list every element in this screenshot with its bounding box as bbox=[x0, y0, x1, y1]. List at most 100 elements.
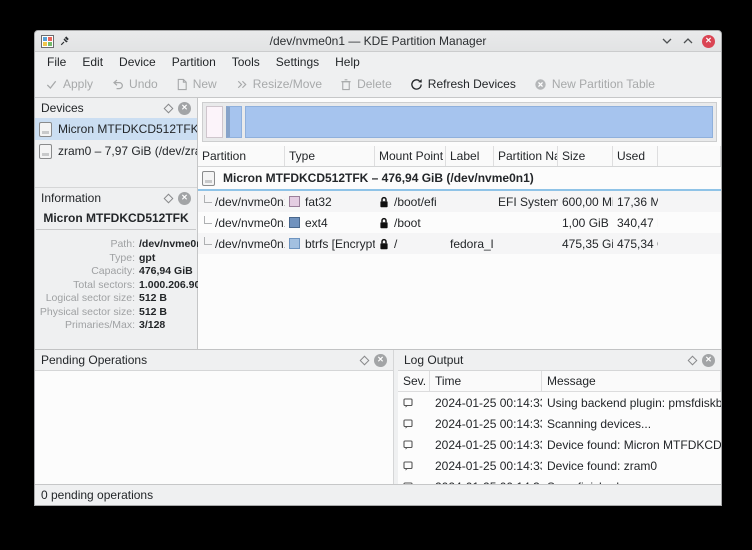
log-row[interactable]: 2024-01-25 00:14:33 Device found: Micron… bbox=[398, 434, 721, 455]
kde-partition-manager-window: /dev/nvme0n1 — KDE Partition Manager ✕ F… bbox=[34, 30, 722, 506]
lock-icon bbox=[379, 238, 389, 250]
info-value: 1.000.206.900 bbox=[139, 279, 206, 293]
devices-panel-header[interactable]: Devices ✕ bbox=[35, 98, 197, 118]
refresh-devices-button[interactable]: Refresh Devices bbox=[410, 77, 516, 91]
undo-button[interactable]: Undo bbox=[111, 77, 158, 91]
filesystem-color-icon bbox=[289, 196, 300, 207]
pending-operations-count: 0 pending operations bbox=[41, 488, 153, 502]
info-value: 3/128 bbox=[139, 319, 165, 333]
tree-branch bbox=[204, 216, 212, 224]
partition-bar bbox=[202, 102, 717, 142]
float-icon[interactable] bbox=[164, 103, 174, 113]
close-button[interactable]: ✕ bbox=[702, 35, 715, 48]
column-header-used[interactable]: Used bbox=[613, 146, 658, 166]
pending-operations-list bbox=[35, 370, 393, 484]
devices-panel-title: Devices bbox=[41, 101, 165, 115]
menubar: File Edit Device Partition Tools Setting… bbox=[35, 52, 721, 71]
log-table-header: Sev. Time Message bbox=[398, 371, 721, 392]
info-label: Type: bbox=[35, 252, 139, 266]
filesystem-color-icon bbox=[289, 238, 300, 249]
toolbar: Apply Undo New Resize/Move Delete Refres… bbox=[35, 71, 721, 98]
maximize-button[interactable] bbox=[681, 35, 694, 48]
column-header-size[interactable]: Size bbox=[558, 146, 613, 166]
new-partition-table-icon bbox=[534, 78, 547, 91]
pending-operations-title: Pending Operations bbox=[41, 353, 361, 367]
log-column-severity[interactable]: Sev. bbox=[398, 371, 430, 391]
log-row[interactable]: 2024-01-25 00:14:33 Scanning devices... bbox=[398, 413, 721, 434]
info-value: 512 B bbox=[139, 292, 167, 306]
information-panel-title: Information bbox=[41, 191, 165, 205]
devices-panel: Devices ✕ Micron MTFDKCD512TFK – 4... zr… bbox=[35, 98, 197, 188]
new-button[interactable]: New bbox=[176, 77, 217, 91]
log-column-message[interactable]: Message bbox=[542, 371, 721, 391]
log-row[interactable]: 2024-01-25 00:14:33 Using backend plugin… bbox=[398, 392, 721, 413]
menu-file[interactable]: File bbox=[39, 54, 74, 70]
new-partition-table-button[interactable]: New Partition Table bbox=[534, 77, 655, 91]
log-row[interactable]: 2024-01-25 00:14:34 Scan finished. bbox=[398, 476, 721, 484]
device-row[interactable]: Micron MTFDKCD512TFK – 476,94 GiB (/dev/… bbox=[198, 167, 721, 191]
info-message-icon bbox=[403, 398, 413, 408]
partition-bar-segment-fat32[interactable] bbox=[206, 106, 223, 138]
info-label: Total sectors: bbox=[35, 279, 139, 293]
column-header-partition[interactable]: Partition bbox=[198, 146, 285, 166]
menu-edit[interactable]: Edit bbox=[74, 54, 111, 70]
resize-move-button[interactable]: Resize/Move bbox=[235, 77, 322, 91]
partition-row-ext4[interactable]: /dev/nvme0n1... ext4 /boot 1,00 GiB 340,… bbox=[198, 212, 721, 233]
info-fields: Path:/dev/nvme0n1 Type:gpt Capacity:476,… bbox=[35, 230, 197, 333]
info-message-icon bbox=[403, 440, 413, 450]
information-panel-header[interactable]: Information ✕ bbox=[35, 188, 197, 208]
bottom-docks: Pending Operations ✕ Log Output ✕ Sev. bbox=[35, 349, 721, 484]
apply-button[interactable]: Apply bbox=[45, 77, 93, 91]
information-panel: Information ✕ Micron MTFDKCD512TFK Path:… bbox=[35, 188, 197, 349]
pending-operations-header[interactable]: Pending Operations ✕ bbox=[35, 350, 393, 370]
menu-partition[interactable]: Partition bbox=[164, 54, 224, 70]
close-icon[interactable]: ✕ bbox=[178, 102, 191, 115]
tree-branch bbox=[204, 195, 212, 203]
check-icon bbox=[45, 78, 58, 91]
log-column-time[interactable]: Time bbox=[430, 371, 542, 391]
float-icon[interactable] bbox=[688, 355, 698, 365]
pin-icon[interactable] bbox=[59, 36, 70, 47]
partition-row-fat32[interactable]: /dev/nvme0n1... fat32 /boot/efi EFI Syst… bbox=[198, 191, 721, 212]
partition-bar-segment-btrfs[interactable] bbox=[245, 106, 713, 138]
hard-drive-icon bbox=[39, 144, 52, 159]
partition-bar-segment-ext4[interactable] bbox=[226, 106, 242, 138]
device-list-item-micron[interactable]: Micron MTFDKCD512TFK – 4... bbox=[35, 118, 197, 140]
info-label: Path: bbox=[35, 238, 139, 252]
log-output-panel: Log Output ✕ Sev. Time Message 2024-01-2… bbox=[398, 350, 721, 484]
column-header-mount-point[interactable]: Mount Point bbox=[375, 146, 446, 166]
lock-icon bbox=[379, 196, 389, 208]
log-row[interactable]: 2024-01-25 00:14:33 Device found: zram0 bbox=[398, 455, 721, 476]
close-icon[interactable]: ✕ bbox=[178, 192, 191, 205]
filesystem-color-icon bbox=[289, 217, 300, 228]
partition-row-btrfs[interactable]: /dev/nvme0n1... btrfs [Encrypted] / fedo… bbox=[198, 233, 721, 254]
menu-help[interactable]: Help bbox=[327, 54, 368, 70]
menu-settings[interactable]: Settings bbox=[268, 54, 327, 70]
close-icon[interactable]: ✕ bbox=[374, 354, 387, 367]
hard-drive-icon bbox=[39, 122, 52, 137]
info-label: Capacity: bbox=[35, 265, 139, 279]
close-icon[interactable]: ✕ bbox=[702, 354, 715, 367]
partition-view: Partition Type Mount Point Label Partiti… bbox=[198, 98, 721, 349]
float-icon[interactable] bbox=[360, 355, 370, 365]
column-header-label[interactable]: Label bbox=[446, 146, 494, 166]
log-output-title: Log Output bbox=[404, 353, 689, 367]
info-value: gpt bbox=[139, 252, 155, 266]
log-output-header[interactable]: Log Output ✕ bbox=[398, 350, 721, 370]
undo-icon bbox=[111, 78, 124, 91]
column-header-partition-name[interactable]: Partition Nam bbox=[494, 146, 558, 166]
titlebar[interactable]: /dev/nvme0n1 — KDE Partition Manager ✕ bbox=[35, 31, 721, 52]
float-icon[interactable] bbox=[164, 193, 174, 203]
info-message-icon bbox=[403, 461, 413, 471]
column-header-type[interactable]: Type bbox=[285, 146, 375, 166]
info-device-name: Micron MTFDKCD512TFK bbox=[36, 208, 196, 230]
menu-device[interactable]: Device bbox=[111, 54, 164, 70]
info-label: Primaries/Max: bbox=[35, 319, 139, 333]
info-value: 476,94 GiB bbox=[139, 265, 193, 279]
refresh-icon bbox=[410, 78, 423, 91]
delete-button[interactable]: Delete bbox=[340, 77, 392, 91]
menu-tools[interactable]: Tools bbox=[224, 54, 268, 70]
main-content: Devices ✕ Micron MTFDKCD512TFK – 4... zr… bbox=[35, 98, 721, 349]
device-list-item-zram0[interactable]: zram0 – 7,97 GiB (/dev/zram0) bbox=[35, 140, 197, 162]
minimize-button[interactable] bbox=[660, 35, 673, 48]
